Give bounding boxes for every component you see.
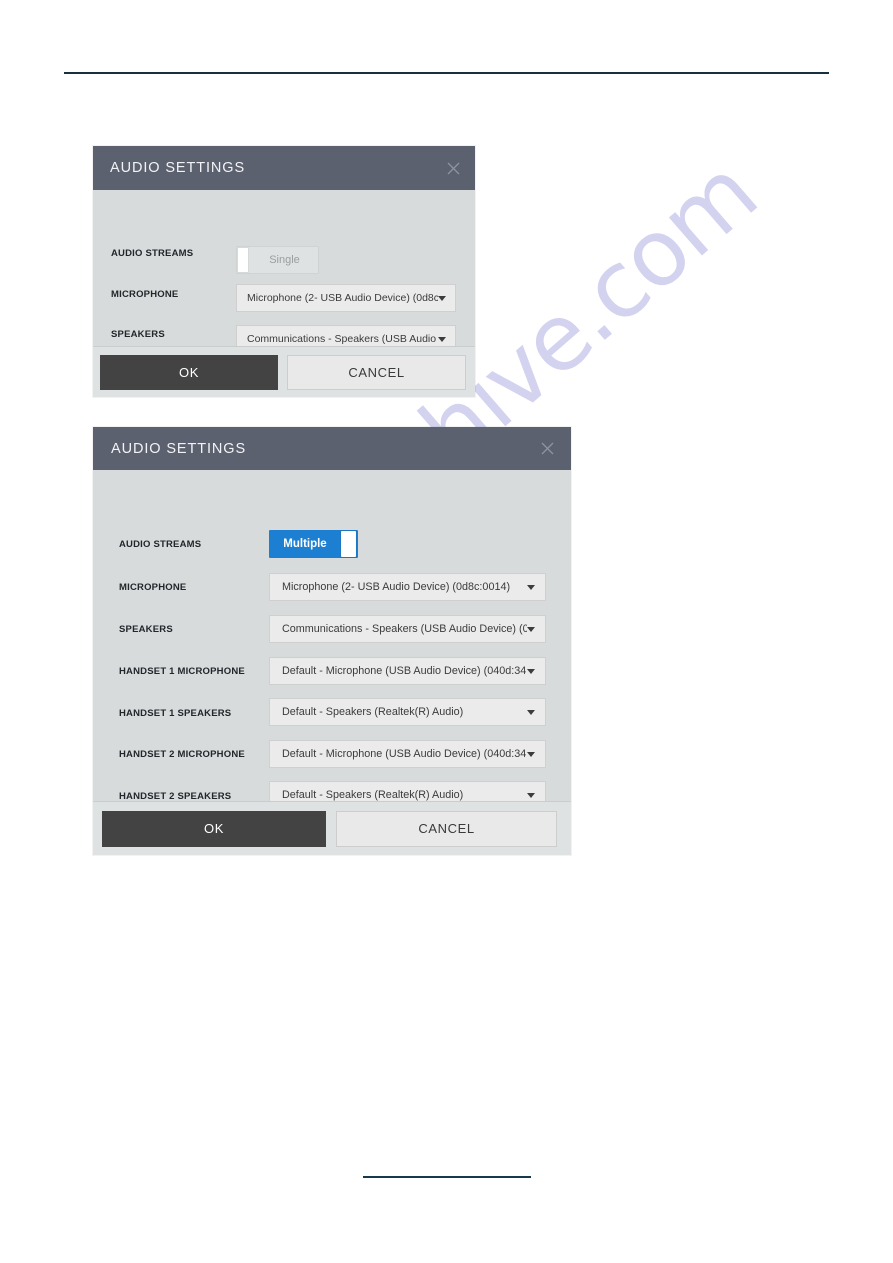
chevron-down-icon: [527, 668, 535, 674]
dialog-footer: OK CANCEL: [93, 346, 475, 397]
chevron-down-icon: [438, 336, 446, 342]
field-row-microphone: MICROPHONE: [111, 289, 178, 300]
audio-streams-toggle[interactable]: Multiple: [269, 530, 358, 558]
field-row-audio-streams: AUDIO STREAMS: [111, 248, 193, 259]
chevron-down-icon: [527, 584, 535, 590]
cancel-button[interactable]: CANCEL: [287, 354, 466, 390]
handset-1-microphone-select[interactable]: Default - Microphone (USB Audio Device) …: [269, 657, 546, 685]
handset-1-microphone-select-value: Default - Microphone (USB Audio Device) …: [282, 665, 527, 677]
audio-streams-toggle[interactable]: Single: [236, 246, 319, 274]
audio-settings-dialog-multiple: AUDIO SETTINGS AUDIO STREAMS Multiple MI…: [93, 427, 571, 855]
dialog-title: AUDIO SETTINGS: [111, 440, 247, 457]
page-bottom-rule: [363, 1176, 531, 1178]
close-icon[interactable]: [540, 441, 555, 456]
page-top-rule: [64, 72, 829, 74]
toggle-knob: [341, 531, 356, 557]
toggle-knob: [237, 247, 249, 273]
label-speakers: SPEAKERS: [111, 329, 165, 340]
handset-2-microphone-select[interactable]: Default - Microphone (USB Audio Device) …: [269, 740, 546, 768]
close-icon[interactable]: [446, 161, 461, 176]
chevron-down-icon: [527, 626, 535, 632]
cancel-button[interactable]: CANCEL: [336, 810, 557, 847]
dialog-footer: OK CANCEL: [93, 801, 571, 855]
toggle-label: Multiple: [283, 538, 327, 550]
chevron-down-icon: [527, 792, 535, 798]
dialog-title: AUDIO SETTINGS: [110, 160, 246, 176]
speakers-select[interactable]: Communications - Speakers (USB Audio Dev…: [269, 615, 546, 643]
label-audio-streams: AUDIO STREAMS: [111, 248, 194, 259]
label-audio-streams: AUDIO STREAMS: [119, 539, 202, 550]
label-handset-1-speakers: HANDSET 1 SPEAKERS: [119, 708, 232, 719]
label-handset-2-microphone: HANDSET 2 MICROPHONE: [119, 749, 245, 760]
handset-1-speakers-select-value: Default - Speakers (Realtek(R) Audio): [282, 706, 464, 718]
label-handset-1-microphone: HANDSET 1 MICROPHONE: [119, 666, 245, 677]
label-microphone: MICROPHONE: [111, 289, 179, 300]
dialog-body: AUDIO STREAMS Multiple MICROPHONE Microp…: [93, 470, 571, 855]
dialog-header: AUDIO SETTINGS: [93, 427, 571, 470]
chevron-down-icon: [527, 751, 535, 757]
speakers-select-value: Communications - Speakers (USB Audio Dev…: [282, 623, 527, 635]
dialog-header: AUDIO SETTINGS: [93, 146, 475, 190]
page-canvas: manualshive.com AUDIO SETTINGS AUDIO STR…: [0, 0, 893, 1263]
ok-button[interactable]: OK: [102, 810, 326, 847]
chevron-down-icon: [438, 295, 446, 301]
speakers-select-value: Communications - Speakers (USB Audio: [247, 333, 437, 345]
toggle-label: Single: [269, 254, 300, 266]
handset-2-microphone-select-value: Default - Microphone (USB Audio Device) …: [282, 748, 527, 760]
chevron-down-icon: [527, 709, 535, 715]
microphone-select-value: Microphone (2- USB Audio Device) (0d8c: [247, 292, 438, 304]
microphone-select[interactable]: Microphone (2- USB Audio Device) (0d8c:0…: [269, 573, 546, 601]
field-row-speakers: SPEAKERS: [111, 329, 165, 340]
handset-2-speakers-select-value: Default - Speakers (Realtek(R) Audio): [282, 789, 464, 801]
ok-button[interactable]: OK: [100, 354, 278, 390]
label-microphone: MICROPHONE: [119, 582, 187, 593]
microphone-select-value: Microphone (2- USB Audio Device) (0d8c:0…: [282, 581, 511, 593]
label-speakers: SPEAKERS: [119, 624, 173, 635]
handset-1-speakers-select[interactable]: Default - Speakers (Realtek(R) Audio): [269, 698, 546, 726]
dialog-body: AUDIO STREAMS Single MICROPHONE Micropho…: [93, 190, 475, 397]
audio-settings-dialog-single: AUDIO SETTINGS AUDIO STREAMS Single MICR…: [93, 146, 475, 397]
microphone-select[interactable]: Microphone (2- USB Audio Device) (0d8c: [236, 284, 456, 312]
